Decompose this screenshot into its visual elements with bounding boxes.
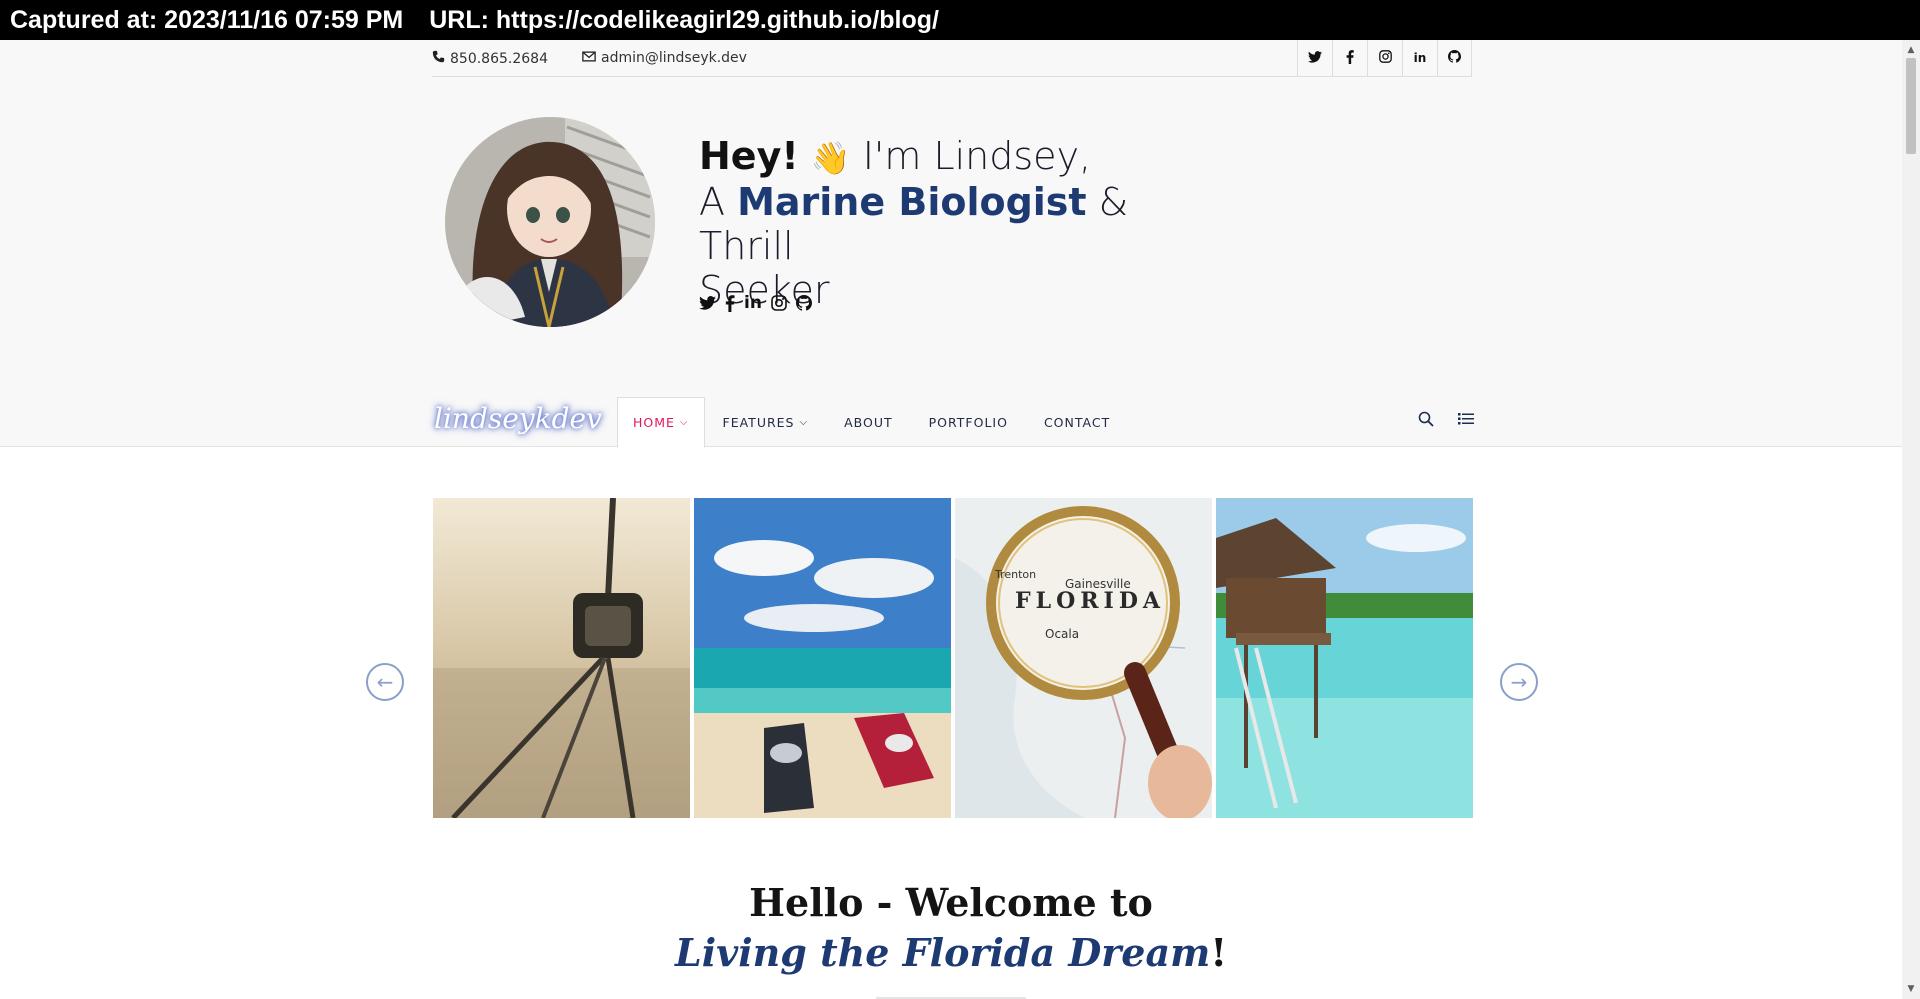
topbar-linkedin-link[interactable]: in — [1402, 40, 1437, 76]
twitter-icon[interactable] — [699, 295, 716, 317]
nav-about-label: ABOUT — [844, 414, 893, 430]
svg-text:Ocala: Ocala — [1045, 627, 1079, 641]
svg-text:Gainesville: Gainesville — [1065, 577, 1131, 591]
envelope-icon — [582, 50, 596, 66]
welcome-highlight: Living the Florida Dream — [675, 930, 1211, 975]
phone-icon — [432, 50, 445, 67]
chevron-down-icon: ⌵ — [799, 416, 809, 428]
search-button[interactable] — [1414, 409, 1438, 433]
phone-number: 850.865.2684 — [450, 50, 548, 67]
hero-social-links: in — [699, 295, 812, 317]
florida-map-magnifier-image[interactable]: FLORIDA Gainesville Ocala Trenton — [955, 498, 1212, 818]
scroll-up-icon[interactable]: ▲ — [1902, 42, 1920, 58]
chevron-down-icon: ⌵ — [679, 417, 689, 428]
nav-home-label: HOME — [633, 415, 675, 430]
main-nav: HOME ⌵ FEATURES ⌵ ABOUT PORTFOLIO CONTAC… — [617, 397, 1128, 448]
topbar-twitter-link[interactable] — [1297, 40, 1332, 76]
hero-intro: I'm Lindsey, — [850, 134, 1092, 178]
hero-greeting: Hey! — [699, 134, 799, 178]
jet-skis-beach-image[interactable] — [694, 498, 951, 818]
nav-contact[interactable]: CONTACT — [1026, 397, 1128, 447]
site-logo[interactable]: lindseykdev — [434, 402, 602, 435]
welcome-exclaim: ! — [1210, 930, 1227, 975]
sidebar-menu-button[interactable] — [1454, 409, 1478, 433]
waving-hand-icon: 👋 — [810, 139, 851, 177]
search-icon — [1418, 411, 1434, 432]
carousel-next-button[interactable]: → — [1500, 663, 1538, 701]
nav-features[interactable]: FEATURES ⌵ — [705, 397, 827, 447]
avatar — [445, 117, 655, 327]
nav-portfolio[interactable]: PORTFOLIO — [911, 397, 1026, 447]
nav-home[interactable]: HOME ⌵ — [617, 397, 705, 448]
instagram-icon[interactable] — [771, 295, 787, 317]
phone-contact[interactable]: 850.865.2684 — [432, 50, 548, 67]
welcome-line1: Hello - Welcome to — [749, 880, 1153, 925]
nav-about[interactable]: ABOUT — [826, 397, 911, 447]
capture-timestamp: Captured at: 2023/11/16 07:59 PM — [10, 5, 404, 34]
list-icon — [1458, 412, 1474, 431]
topbar-social-links: in — [1297, 40, 1472, 76]
twitter-icon — [1308, 50, 1322, 66]
arrow-right-icon: → — [1510, 670, 1528, 694]
topbar-github-link[interactable] — [1437, 40, 1472, 76]
linkedin-icon: in — [1413, 51, 1427, 65]
page-viewport: 850.865.2684 admin@lindseyk.dev in Hey! … — [0, 40, 1902, 999]
nav-features-label: FEATURES — [722, 414, 795, 430]
topbar-instagram-link[interactable] — [1367, 40, 1402, 76]
sextant-beach-image[interactable] — [433, 498, 690, 818]
image-carousel: FLORIDA Gainesville Ocala Trenton — [433, 498, 1473, 818]
svg-text:FLORIDA: FLORIDA — [1015, 588, 1165, 614]
hero-headline: Hey! 👋 I'm Lindsey, A Marine Biologist &… — [699, 134, 1199, 312]
scroll-down-icon[interactable]: ▼ — [1902, 981, 1920, 997]
nav-portfolio-label: PORTFOLIO — [928, 414, 1008, 430]
page-scrollbar[interactable]: ▲ ▼ — [1902, 40, 1920, 999]
capture-banner: Captured at: 2023/11/16 07:59 PM URL: ht… — [0, 0, 1920, 40]
github-icon[interactable] — [795, 295, 812, 317]
facebook-icon[interactable] — [725, 295, 735, 317]
github-icon — [1448, 50, 1461, 66]
instagram-icon — [1378, 50, 1392, 66]
svg-text:Trenton: Trenton — [994, 568, 1036, 581]
arrow-left-icon: ← — [376, 670, 394, 694]
linkedin-icon[interactable]: in — [744, 295, 762, 317]
email-address: admin@lindseyk.dev — [601, 50, 747, 66]
facebook-icon — [1346, 49, 1354, 67]
hero-role: Marine Biologist — [737, 180, 1087, 224]
capture-url: URL: https://codelikeagirl29.github.io/b… — [429, 5, 939, 34]
topbar-facebook-link[interactable] — [1332, 40, 1367, 76]
hero-line2-prefix: A — [699, 180, 738, 224]
carousel-prev-button[interactable]: ← — [366, 663, 404, 701]
welcome-heading: Hello - Welcome to Living the Florida Dr… — [0, 878, 1902, 978]
top-bar: 850.865.2684 admin@lindseyk.dev in — [432, 40, 1472, 77]
email-contact[interactable]: admin@lindseyk.dev — [582, 50, 747, 66]
scroll-thumb[interactable] — [1906, 58, 1916, 154]
overwater-bungalow-image[interactable] — [1216, 498, 1473, 818]
nav-contact-label: CONTACT — [1043, 414, 1111, 430]
